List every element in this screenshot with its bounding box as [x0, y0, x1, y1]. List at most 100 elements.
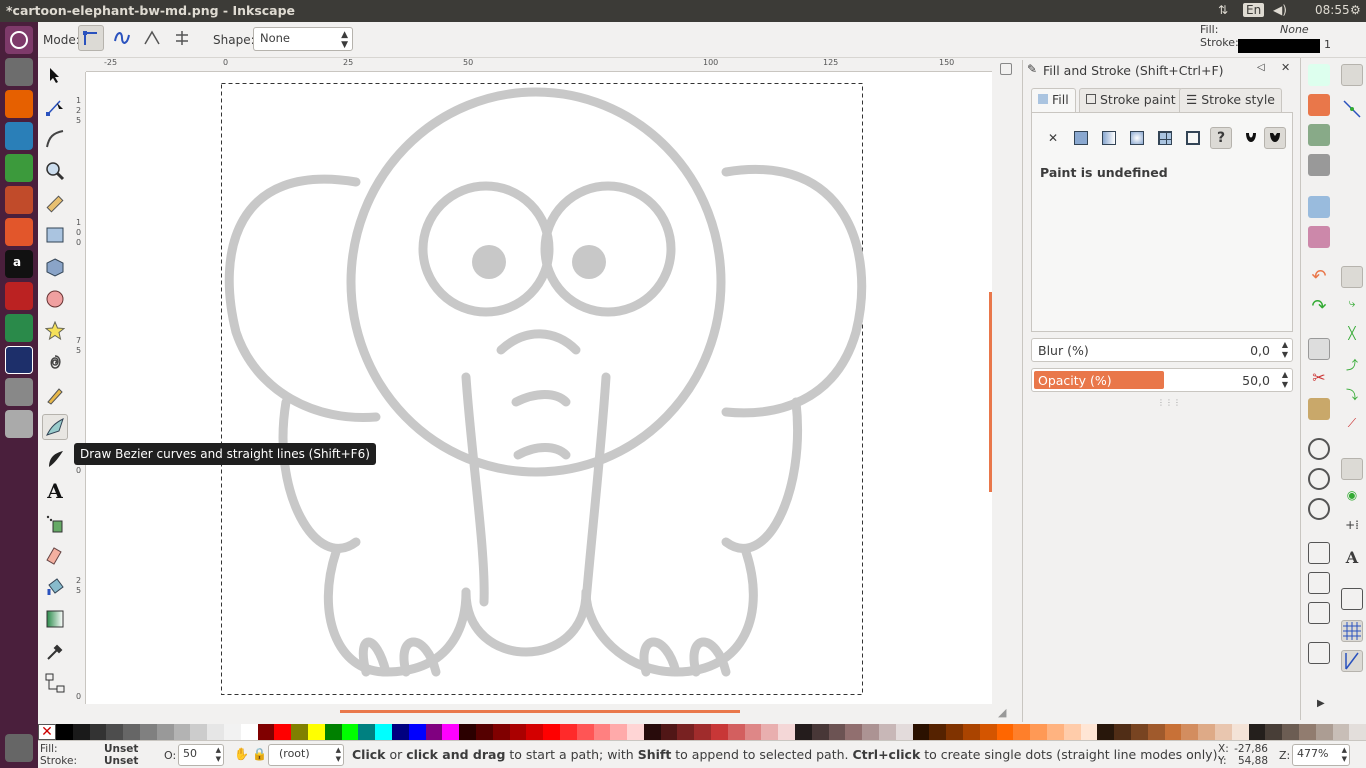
color-swatch[interactable]: [1265, 724, 1283, 740]
color-swatch[interactable]: [1349, 724, 1366, 740]
power-icon[interactable]: ⚙: [1350, 3, 1361, 17]
nonzero-fill-icon[interactable]: [1264, 127, 1286, 149]
radial-gradient-icon[interactable]: [1126, 127, 1148, 149]
color-swatch[interactable]: [1131, 724, 1148, 740]
drive-icon[interactable]: [5, 410, 33, 438]
color-swatch[interactable]: [391, 724, 409, 740]
snap-toggle-icon[interactable]: [1341, 64, 1363, 86]
color-swatch[interactable]: [711, 724, 728, 740]
color-swatch[interactable]: [862, 724, 880, 740]
new-document-icon[interactable]: [1308, 64, 1330, 86]
spray-tool-icon[interactable]: [42, 510, 68, 536]
color-swatch[interactable]: [459, 724, 476, 740]
snap-bbox-icon[interactable]: [1341, 98, 1363, 120]
pattern-icon[interactable]: [1182, 127, 1204, 149]
color-swatch[interactable]: [543, 724, 560, 740]
impress-icon[interactable]: [5, 186, 33, 214]
tab-stroke-paint[interactable]: Stroke paint: [1079, 88, 1183, 112]
cut-icon[interactable]: ✂: [1308, 368, 1330, 390]
preferences-icon[interactable]: [1308, 642, 1330, 664]
color-swatch[interactable]: [156, 724, 174, 740]
color-swatch[interactable]: [358, 724, 376, 740]
blur-spinbox[interactable]: Blur (%) 0,0 ▲ ▼: [1031, 338, 1293, 362]
color-swatch[interactable]: [56, 724, 73, 740]
connector-tool-icon[interactable]: [42, 670, 68, 696]
color-swatch[interactable]: [1315, 724, 1333, 740]
paraxial-mode-icon[interactable]: [169, 25, 195, 51]
opacity-spin-arrows-icon[interactable]: ▲ ▼: [1282, 370, 1288, 390]
snap-nodes-icon[interactable]: [1341, 266, 1363, 288]
amazon-icon[interactable]: a: [5, 250, 33, 278]
color-swatch[interactable]: [139, 724, 157, 740]
vertical-scrollbar[interactable]: [989, 292, 992, 492]
color-swatch[interactable]: [375, 724, 392, 740]
color-swatch[interactable]: [1114, 724, 1131, 740]
color-swatch[interactable]: [173, 724, 191, 740]
snap-path-icon[interactable]: ⤷: [1341, 296, 1363, 318]
open-icon[interactable]: [1308, 94, 1330, 116]
color-swatch[interactable]: [946, 724, 964, 740]
clock[interactable]: 08:55: [1315, 3, 1350, 17]
zoom-tool-icon[interactable]: [42, 158, 68, 184]
tab-fill[interactable]: Fill: [1031, 88, 1076, 112]
color-swatch[interactable]: [929, 724, 947, 740]
zigzag-mode-icon[interactable]: [139, 25, 165, 51]
color-swatch[interactable]: [1030, 724, 1048, 740]
color-swatch[interactable]: [1097, 724, 1115, 740]
color-swatch[interactable]: [828, 724, 846, 740]
color-swatch[interactable]: [845, 724, 863, 740]
color-swatch[interactable]: [643, 724, 661, 740]
zoom-input[interactable]: 477% ▲ ▼: [1292, 744, 1350, 766]
keyboard-indicator[interactable]: En: [1243, 3, 1265, 17]
color-swatch[interactable]: [442, 724, 460, 740]
updater-icon[interactable]: [5, 314, 33, 342]
star-tool-icon[interactable]: [42, 318, 68, 344]
flat-color-icon[interactable]: [1070, 127, 1092, 149]
settings-icon[interactable]: [5, 282, 33, 310]
color-swatch[interactable]: [1164, 724, 1182, 740]
snap-grid-icon[interactable]: [1341, 620, 1363, 642]
color-swatch[interactable]: [1231, 724, 1249, 740]
color-swatch[interactable]: [677, 724, 695, 740]
zoom-corner-button[interactable]: [1000, 63, 1012, 75]
shape-select[interactable]: None ▲ ▼: [253, 27, 353, 51]
node-tool-icon[interactable]: [42, 94, 68, 120]
color-swatch[interactable]: [559, 724, 577, 740]
color-swatch[interactable]: [106, 724, 124, 740]
snap-page-icon[interactable]: [1341, 588, 1363, 610]
regular-bezier-mode-icon[interactable]: [78, 25, 104, 51]
color-swatch[interactable]: [610, 724, 628, 740]
eraser-tool-icon[interactable]: [42, 542, 68, 568]
color-swatch[interactable]: [1332, 724, 1350, 740]
pencil-tool-icon[interactable]: [42, 382, 68, 408]
color-swatch[interactable]: [963, 724, 980, 740]
measure-tool-icon[interactable]: [42, 190, 68, 216]
color-swatch[interactable]: [627, 724, 644, 740]
unset-paint-icon[interactable]: ?: [1210, 127, 1232, 149]
firefox-icon[interactable]: [5, 90, 33, 118]
color-swatch[interactable]: [408, 724, 426, 740]
color-swatch[interactable]: [1080, 724, 1098, 740]
color-swatch[interactable]: [979, 724, 997, 740]
workspace-icon[interactable]: [5, 378, 33, 406]
pen-tool-icon[interactable]: [42, 414, 68, 440]
snap-midpoint-icon[interactable]: ⤵: [1341, 386, 1363, 408]
text-tool-icon[interactable]: A: [42, 478, 68, 504]
color-swatch[interactable]: [694, 724, 712, 740]
linear-gradient-icon[interactable]: [1098, 127, 1120, 149]
print-icon[interactable]: [1308, 154, 1330, 176]
drawing-canvas[interactable]: [86, 72, 992, 704]
tab-stroke-style[interactable]: ☰ Stroke style: [1179, 88, 1282, 112]
spiral-tool-icon[interactable]: [42, 350, 68, 376]
paste-icon[interactable]: [1308, 398, 1330, 420]
redo-icon[interactable]: ↷: [1308, 296, 1330, 318]
zoom-selection-icon[interactable]: [1308, 438, 1330, 460]
no-paint-icon[interactable]: ✕: [1042, 127, 1064, 149]
color-swatch[interactable]: [727, 724, 745, 740]
snap-smooth-icon[interactable]: ⤴: [1341, 356, 1363, 378]
volume-icon[interactable]: ◀): [1273, 3, 1287, 17]
snap-text-icon[interactable]: A: [1341, 548, 1363, 570]
color-swatch[interactable]: [1181, 724, 1199, 740]
layer-lock-icon[interactable]: 🔒: [252, 747, 267, 761]
duplicate-icon[interactable]: [1308, 542, 1330, 564]
